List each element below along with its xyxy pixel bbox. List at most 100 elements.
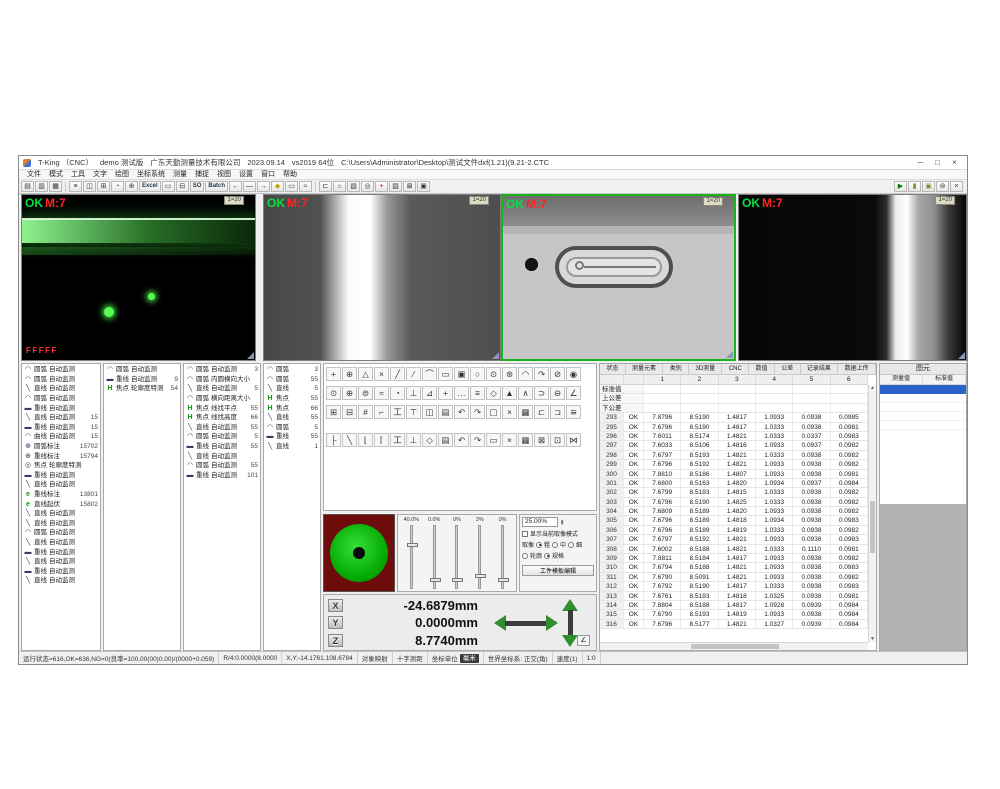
palette-tool-icon[interactable]: ⊃ (534, 386, 549, 400)
list-item[interactable]: H焦点66 (264, 403, 320, 413)
palette-tool-icon[interactable]: ◉ (566, 367, 581, 381)
palette-tool-icon[interactable]: ⌒ (422, 367, 437, 381)
crosshair-icon[interactable]: ⊕ (125, 181, 138, 192)
palette-tool-icon[interactable]: ↷ (534, 367, 549, 381)
list-item[interactable]: ◎焦点轮廓度特测 (22, 461, 100, 471)
table-tab-4[interactable]: CNC (722, 364, 749, 374)
palette-tool-icon[interactable]: × (502, 433, 517, 447)
menu-item-5[interactable]: 坐标系统 (133, 170, 169, 179)
open-file-icon[interactable]: ▥ (35, 181, 48, 192)
table-row[interactable]: 306OK7.67968.51891.48191.03330.09380.098… (600, 526, 868, 535)
camera-tag[interactable]: 1=20 (703, 197, 723, 206)
table-row[interactable]: 303OK7.67968.51901.48251.03330.09380.098… (600, 498, 868, 507)
roi-rect-icon[interactable]: ▭ (285, 181, 298, 192)
list-item[interactable]: e重线标注13801 (22, 490, 100, 500)
slider-thumb[interactable] (498, 578, 509, 582)
spinner-arrows-icon[interactable]: ▲▼ (560, 519, 564, 526)
radio-轮廓[interactable] (522, 553, 528, 559)
palette-tool-icon[interactable]: ⊡ (550, 433, 565, 447)
palette-tool-icon[interactable]: ∧ (518, 386, 533, 400)
menu-item-3[interactable]: 文字 (89, 170, 111, 179)
template-edit-button[interactable]: 工件模板编辑 (522, 565, 594, 576)
palette-tool-icon[interactable]: ⊙ (486, 367, 501, 381)
table-row[interactable]: 310OK7.67948.51881.48211.09330.09380.098… (600, 563, 868, 572)
palette-tool-icon[interactable]: ⊐ (550, 405, 565, 419)
palette-tool-icon[interactable]: ≡ (470, 386, 485, 400)
table-row[interactable]: 295OK7.67968.51901.48171.03330.09380.098… (600, 423, 868, 432)
palette-tool-icon[interactable]: + (438, 386, 453, 400)
panel-toggle-icon[interactable]: ⊟ (176, 181, 189, 192)
list-item[interactable]: ╲直线自动监测 (22, 519, 100, 529)
list-view-icon[interactable]: ≡ (69, 181, 82, 192)
selected-row-highlight[interactable] (880, 385, 966, 394)
light-slider[interactable]: 40.0% (401, 517, 421, 589)
light-slider[interactable]: 3% (470, 517, 490, 589)
horizontal-scrollbar[interactable] (600, 642, 868, 650)
palette-tool-icon[interactable]: ⊕ (342, 367, 357, 381)
palette-tool-icon[interactable]: ▭ (486, 433, 501, 447)
scroll-up-icon[interactable]: ▲ (869, 385, 876, 391)
palette-tool-icon[interactable]: ▤ (438, 405, 453, 419)
palette-tool-icon[interactable]: ◔ (390, 386, 405, 400)
list-item[interactable]: ▬重线自动监测101 (184, 471, 260, 481)
table-tab-8[interactable]: 数据上传 (838, 364, 876, 374)
table-row[interactable]: 304OK7.68098.51891.48201.09330.09380.098… (600, 507, 868, 516)
palette-tool-icon[interactable]: ╱ (390, 367, 405, 381)
palette-tool-icon[interactable]: ⊠ (534, 433, 549, 447)
table-tab-2[interactable]: 类别 (663, 364, 689, 374)
list-item[interactable]: ◠圆弧自动监测 (104, 365, 180, 375)
table-row[interactable]: 311OK7.67908.50911.48211.09330.09380.098… (600, 573, 868, 582)
palette-tool-icon[interactable]: ⌐ (374, 405, 389, 419)
table-tab-5[interactable]: 数值 (749, 364, 775, 374)
list-item[interactable]: ╲直线自动监测 (22, 480, 100, 490)
table-row[interactable]: 315OK7.67908.51931.48191.09330.09380.098… (600, 610, 868, 619)
pause-button[interactable]: ▮ (908, 181, 921, 192)
list-item[interactable]: ▬重线自动监测 (22, 403, 100, 413)
palette-tool-icon[interactable]: ⌊ (358, 433, 373, 447)
capture-mode-checkbox[interactable] (522, 531, 528, 537)
camera-view-2[interactable]: OKM:7 1=20 (263, 194, 501, 361)
palette-tool-icon[interactable]: 工 (390, 433, 405, 447)
table-row[interactable]: 301OK7.68008.51631.48201.09340.09370.098… (600, 479, 868, 488)
palette-tool-icon[interactable]: ◇ (486, 386, 501, 400)
menu-item-11[interactable]: 帮助 (279, 170, 301, 179)
palette-tool-icon[interactable]: ⊟ (342, 405, 357, 419)
light-slider[interactable]: 0.0% (424, 517, 444, 589)
palette-tool-icon[interactable]: ⊖ (550, 386, 565, 400)
palette-tool-icon[interactable]: ⊘ (550, 367, 565, 381)
palette-tool-icon[interactable]: ▲ (502, 386, 517, 400)
nav-back-icon[interactable]: ← (229, 181, 242, 192)
scrollbar-thumb[interactable] (870, 501, 875, 553)
angle-jog-button[interactable]: ∠ (577, 635, 590, 646)
list-item[interactable]: ╲直线1 (264, 442, 320, 452)
list-item[interactable]: ◠圆弧自动监测 (22, 394, 100, 404)
table-row[interactable]: 296OK7.60118.51741.48211.03330.03370.098… (600, 432, 868, 441)
jog-horizontal-arrow-icon[interactable] (494, 615, 558, 631)
palette-tool-icon[interactable]: ▤ (438, 433, 453, 447)
red-cross-icon[interactable]: + (375, 181, 388, 192)
nav-forward-icon[interactable]: → (257, 181, 270, 192)
table-tab-1[interactable]: 测量元素 (626, 364, 664, 374)
record-button[interactable]: ⊚ (936, 181, 949, 192)
list-item[interactable]: H焦点轮廓度特测54 (104, 384, 180, 394)
save-icon[interactable]: ▦ (49, 181, 62, 192)
list-item[interactable]: ◠圆弧自动监测 (22, 365, 100, 375)
list-item[interactable]: ▬重线自动监测 (22, 566, 100, 576)
list-item[interactable]: ◠圆弧5 (264, 423, 320, 433)
table-row[interactable]: 309OK7.88118.51841.48171.09330.09380.098… (600, 554, 868, 563)
radio-中[interactable] (552, 542, 558, 548)
palette-tool-icon[interactable]: ↶ (454, 433, 469, 447)
camera-view-1[interactable]: OKM:7 1=20 FFFFF (21, 194, 256, 361)
palette-tool-icon[interactable]: ◇ (422, 433, 437, 447)
palette-tool-icon[interactable]: … (454, 386, 469, 400)
menu-item-9[interactable]: 设置 (235, 170, 257, 179)
list-item[interactable]: ◠曲线自动监测15 (22, 432, 100, 442)
new-file-icon[interactable]: ▤ (21, 181, 34, 192)
list-item[interactable]: ╲直线55 (264, 413, 320, 423)
texture-icon[interactable]: ▧ (347, 181, 360, 192)
radio-规格[interactable] (544, 553, 550, 559)
palette-tool-icon[interactable]: △ (358, 367, 373, 381)
contour-icon[interactable]: ≈ (299, 181, 312, 192)
camera-tag[interactable]: 1=20 (935, 196, 955, 205)
table-row[interactable]: 305OK7.67968.51891.48181.09340.09380.098… (600, 516, 868, 525)
